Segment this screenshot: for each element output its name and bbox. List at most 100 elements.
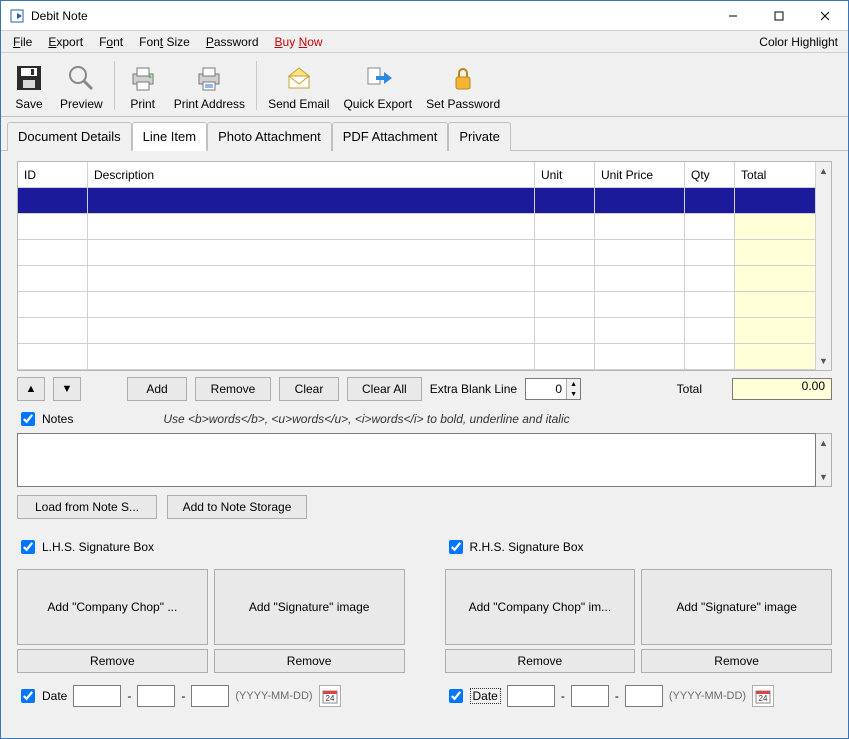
extra-blank-spinner[interactable]: ▲▼ [525,378,581,400]
title-bar: Debit Note [1,1,848,31]
lhs-signature-checkbox[interactable]: L.H.S. Signature Box [17,537,405,557]
total-value: 0.00 [732,378,832,400]
col-id[interactable]: ID [18,162,88,188]
calendar-icon: 24 [322,688,338,704]
lhs-add-signature-button[interactable]: Add "Signature" image [214,569,405,645]
grid-row[interactable] [18,292,815,318]
grid-row-selected[interactable] [18,188,815,214]
lhs-date-month[interactable] [137,685,175,707]
export-icon [362,62,394,94]
menu-export[interactable]: Export [42,33,89,51]
tab-private[interactable]: Private [448,122,510,151]
col-unit[interactable]: Unit [535,162,595,188]
menu-password[interactable]: Password [200,33,265,51]
row-toolbar: ▲ ▼ Add Remove Clear Clear All Extra Bla… [17,377,832,401]
print-icon [127,62,159,94]
svg-text:24: 24 [759,694,768,703]
col-total[interactable]: Total [735,162,815,188]
load-note-storage-button[interactable]: Load from Note S... [17,495,157,519]
rhs-calendar-button[interactable]: 24 [752,685,774,707]
rhs-add-chop-button[interactable]: Add "Company Chop" im... [445,569,636,645]
grid-scrollbar[interactable]: ▲ ▼ [815,162,831,370]
print-button[interactable]: Print [119,57,167,114]
col-unit-price[interactable]: Unit Price [595,162,685,188]
line-item-grid: ID Description Unit Unit Price Qty Total [17,161,832,371]
tab-document-details[interactable]: Document Details [7,122,132,151]
tab-strip: Document Details Line Item Photo Attachm… [1,117,848,151]
col-description[interactable]: Description [88,162,535,188]
tab-photo-attachment[interactable]: Photo Attachment [207,122,332,151]
spin-down-icon[interactable]: ▼ [567,389,580,399]
spin-up-icon[interactable]: ▲ [567,379,580,389]
preview-button[interactable]: Preview [53,57,110,114]
add-note-storage-button[interactable]: Add to Note Storage [167,495,307,519]
grid-row[interactable] [18,318,815,344]
notes-hint: Use <b>words</b>, <u>words</u>, <i>words… [163,412,569,426]
maximize-button[interactable] [756,1,802,31]
menu-bar: File Export Font Font Size Password Buy … [1,31,848,53]
print-address-icon [193,62,225,94]
menu-font[interactable]: Font [93,33,129,51]
scroll-up-icon[interactable]: ▲ [816,434,831,452]
lhs-add-chop-button[interactable]: Add "Company Chop" ... [17,569,208,645]
move-up-button[interactable]: ▲ [17,377,45,401]
grid-row[interactable] [18,214,815,240]
close-button[interactable] [802,1,848,31]
extra-blank-label: Extra Blank Line [430,382,517,396]
remove-button[interactable]: Remove [195,377,271,401]
grid-row[interactable] [18,266,815,292]
notes-scrollbar[interactable]: ▲ ▼ [816,433,832,487]
grid-header: ID Description Unit Unit Price Qty Total [18,162,815,188]
rhs-signature-checkbox[interactable]: R.H.S. Signature Box [445,537,833,557]
scroll-down-icon[interactable]: ▼ [816,352,831,370]
preview-icon [65,62,97,94]
tab-pdf-attachment[interactable]: PDF Attachment [332,122,449,151]
svg-text:24: 24 [325,694,334,703]
lhs-remove-signature-button[interactable]: Remove [214,649,405,673]
notes-checkbox[interactable]: Notes [17,409,73,429]
tab-line-item[interactable]: Line Item [132,122,207,151]
minimize-button[interactable] [710,1,756,31]
rhs-remove-signature-button[interactable]: Remove [641,649,832,673]
menu-color-highlight[interactable]: Color Highlight [753,33,842,51]
extra-blank-input[interactable] [526,381,566,397]
rhs-date-checkbox[interactable]: Date [445,686,501,706]
rhs-remove-chop-button[interactable]: Remove [445,649,636,673]
lhs-calendar-button[interactable]: 24 [319,685,341,707]
move-down-button[interactable]: ▼ [53,377,81,401]
lhs-date-checkbox[interactable]: Date [17,686,67,706]
menu-font-size[interactable]: Font Size [133,33,196,51]
print-address-button[interactable]: Print Address [167,57,252,114]
add-button[interactable]: Add [127,377,187,401]
quick-export-button[interactable]: Quick Export [336,57,419,114]
lhs-date-day[interactable] [191,685,229,707]
menu-file[interactable]: File [7,33,38,51]
send-email-button[interactable]: Send Email [261,57,336,114]
rhs-date-year[interactable] [507,685,555,707]
lhs-date-year[interactable] [73,685,121,707]
lhs-remove-chop-button[interactable]: Remove [17,649,208,673]
menu-buy-now[interactable]: Buy Now [269,33,329,51]
rhs-add-signature-button[interactable]: Add "Signature" image [641,569,832,645]
notes-textarea[interactable] [17,433,816,487]
clear-all-button[interactable]: Clear All [347,377,422,401]
rhs-date-day[interactable] [625,685,663,707]
clear-button[interactable]: Clear [279,377,339,401]
save-icon [13,62,45,94]
set-password-button[interactable]: Set Password [419,57,507,114]
rhs-date-month[interactable] [571,685,609,707]
col-qty[interactable]: Qty [685,162,735,188]
grid-row[interactable] [18,344,815,370]
toolbar: Save Preview Print Print Address Send Em… [1,53,848,117]
save-button[interactable]: Save [5,57,53,114]
calendar-icon: 24 [755,688,771,704]
window-title: Debit Note [31,9,88,23]
app-icon [9,8,25,24]
date-format-hint: (YYYY-MM-DD) [669,690,746,702]
scroll-up-icon[interactable]: ▲ [816,162,831,180]
total-label: Total [677,382,702,396]
grid-row[interactable] [18,240,815,266]
scroll-down-icon[interactable]: ▼ [816,468,831,486]
email-icon [283,62,315,94]
date-format-hint: (YYYY-MM-DD) [235,690,312,702]
